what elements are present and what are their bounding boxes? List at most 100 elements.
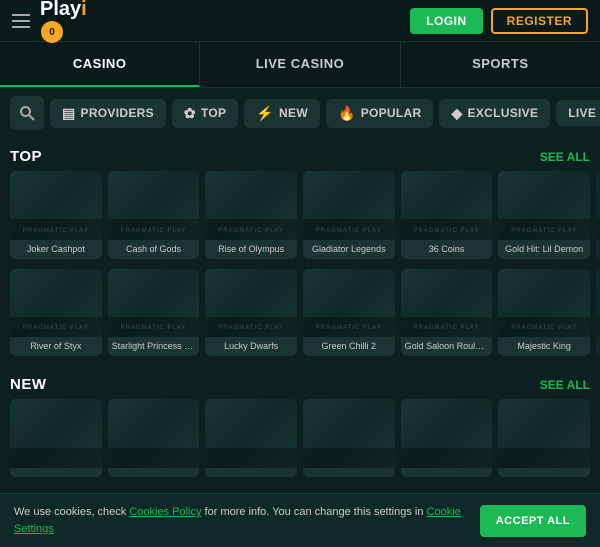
game-watermark: PRAGMATIC PLAY bbox=[10, 228, 102, 234]
cookie-text: We use cookies, check Cookies Policy for… bbox=[14, 504, 466, 537]
new-icon: ⚡ bbox=[256, 105, 274, 122]
exclusive-icon: ◆ bbox=[451, 105, 462, 122]
game-name: Gladiator Legends bbox=[303, 240, 395, 259]
game-thumbnail: PRAGMATIC PLAY bbox=[10, 171, 102, 240]
game-card[interactable]: PRAGMATIC PLAY River of Styx bbox=[10, 269, 102, 357]
game-card[interactable]: PRAGMATIC PLAY Green Chilli 2 bbox=[303, 269, 395, 357]
game-thumbnail: PRAGMATIC PLAY bbox=[498, 269, 590, 338]
game-watermark: PRAGMATIC PLAY bbox=[498, 228, 590, 234]
game-name: Gold Saloon Roulette bbox=[401, 337, 493, 356]
game-thumbnail: PRAGMATIC PLAY bbox=[108, 171, 200, 240]
logo-play: Play bbox=[40, 0, 81, 20]
game-card[interactable] bbox=[205, 399, 297, 477]
game-card[interactable] bbox=[108, 399, 200, 477]
game-card[interactable]: PRAGMATIC PLAY Lucky Dwarfs bbox=[205, 269, 297, 357]
game-name: Joker Cashpot bbox=[10, 240, 102, 259]
nav-tabs: CASINO LIVE CASINO SPORTS bbox=[0, 42, 600, 88]
game-thumbnail: PRAGMATIC PLAY bbox=[205, 269, 297, 338]
game-card[interactable]: PRAGMATIC PLAY Gladiator Legends bbox=[303, 171, 395, 259]
cookies-policy-link[interactable]: Cookies Policy bbox=[129, 506, 201, 518]
game-name bbox=[108, 468, 200, 477]
game-name bbox=[498, 468, 590, 477]
logo-coin: 0 bbox=[41, 21, 63, 43]
new-section-header: NEW SEE ALL bbox=[0, 366, 600, 399]
cookie-text-middle: for more info. You can change this setti… bbox=[202, 506, 427, 518]
filter-popular[interactable]: 🔥 POPULAR bbox=[326, 99, 434, 128]
game-name: A... bbox=[596, 337, 600, 356]
tab-casino[interactable]: CASINO bbox=[0, 42, 200, 87]
filter-bar: ▤ PROVIDERS ✿ TOP ⚡ NEW 🔥 POPULAR ◆ EXCL… bbox=[0, 88, 600, 138]
search-button[interactable] bbox=[10, 96, 44, 130]
game-card[interactable]: PRAGMATIC PLAY Rise of Olympus bbox=[205, 171, 297, 259]
game-watermark: PRAGMATIC PLAY bbox=[10, 325, 102, 331]
cookie-banner: We use cookies, check Cookies Policy for… bbox=[0, 493, 600, 547]
top-icon: ✿ bbox=[184, 105, 196, 122]
game-card[interactable]: PRAGMATIC PLAY Gold Hit: Lil Demon bbox=[498, 171, 590, 259]
new-see-all[interactable]: SEE ALL bbox=[540, 378, 590, 392]
game-card[interactable]: A... bbox=[596, 269, 600, 357]
filter-exclusive[interactable]: ◆ EXCLUSIVE bbox=[439, 99, 550, 128]
game-thumbnail bbox=[401, 399, 493, 468]
login-button[interactable]: LOGIN bbox=[410, 8, 483, 34]
search-icon bbox=[19, 105, 35, 121]
game-name: River of Styx bbox=[10, 337, 102, 356]
game-name: 36 Coins bbox=[401, 240, 493, 259]
game-watermark: PRAGMATIC PLAY bbox=[401, 228, 493, 234]
game-card[interactable]: PRAGMATIC PLAY 36 Coins bbox=[401, 171, 493, 259]
game-card[interactable]: PRAGMATIC PLAY Cash of Gods bbox=[108, 171, 200, 259]
tab-sports[interactable]: SPORTS bbox=[401, 42, 600, 87]
game-thumbnail bbox=[498, 399, 590, 468]
game-card[interactable] bbox=[10, 399, 102, 477]
register-button[interactable]: REGISTER bbox=[491, 8, 588, 34]
game-card[interactable] bbox=[303, 399, 395, 477]
game-watermark: PRAGMATIC PLAY bbox=[401, 325, 493, 331]
game-thumbnail: PRAGMATIC PLAY bbox=[401, 269, 493, 338]
game-watermark: PRAGMATIC PLAY bbox=[303, 325, 395, 331]
game-card[interactable]: D... bbox=[596, 171, 600, 259]
popular-label: POPULAR bbox=[361, 106, 422, 120]
header-left: Playi0 bbox=[12, 0, 87, 43]
game-thumbnail: PRAGMATIC PLAY bbox=[108, 269, 200, 338]
game-watermark: PRAGMATIC PLAY bbox=[205, 228, 297, 234]
header-right: LOGIN REGISTER bbox=[410, 8, 588, 34]
providers-icon: ▤ bbox=[62, 105, 76, 122]
top-title: TOP bbox=[10, 148, 42, 165]
game-card[interactable] bbox=[401, 399, 493, 477]
filter-live-games[interactable]: LIVE GAMES bbox=[556, 100, 600, 126]
game-watermark: PRAGMATIC PLAY bbox=[108, 325, 200, 331]
tab-live-casino[interactable]: LIVE CASINO bbox=[200, 42, 400, 87]
hamburger-icon[interactable] bbox=[12, 14, 30, 28]
top-label: TOP bbox=[201, 106, 226, 120]
filter-top[interactable]: ✿ TOP bbox=[172, 99, 238, 128]
game-thumbnail bbox=[596, 171, 600, 240]
new-title: NEW bbox=[10, 376, 47, 393]
filter-providers[interactable]: ▤ PROVIDERS bbox=[50, 99, 166, 128]
game-name: Cash of Gods bbox=[108, 240, 200, 259]
game-card[interactable] bbox=[498, 399, 590, 477]
game-name bbox=[10, 468, 102, 477]
filter-new[interactable]: ⚡ NEW bbox=[244, 99, 320, 128]
game-card[interactable]: PRAGMATIC PLAY Majestic King bbox=[498, 269, 590, 357]
game-thumbnail bbox=[205, 399, 297, 468]
game-name: Starlight Princess 1000 bbox=[108, 337, 200, 356]
game-name bbox=[303, 468, 395, 477]
top-see-all[interactable]: SEE ALL bbox=[540, 150, 590, 164]
cookie-text-before: We use cookies, check bbox=[14, 506, 129, 518]
game-thumbnail bbox=[10, 399, 102, 468]
game-card[interactable]: PRAGMATIC PLAY Joker Cashpot bbox=[10, 171, 102, 259]
game-name: Lucky Dwarfs bbox=[205, 337, 297, 356]
top-games-row2: PRAGMATIC PLAY River of Styx PRAGMATIC P… bbox=[0, 269, 600, 367]
game-name: D... bbox=[596, 240, 600, 259]
live-games-label: LIVE GAMES bbox=[568, 106, 600, 120]
game-thumbnail: PRAGMATIC PLAY bbox=[10, 269, 102, 338]
game-card[interactable]: PRAGMATIC PLAY Starlight Princess 1000 bbox=[108, 269, 200, 357]
game-card[interactable]: PRAGMATIC PLAY Gold Saloon Roulette bbox=[401, 269, 493, 357]
game-name: Gold Hit: Lil Demon bbox=[498, 240, 590, 259]
game-name: Rise of Olympus bbox=[205, 240, 297, 259]
game-thumbnail: PRAGMATIC PLAY bbox=[401, 171, 493, 240]
game-name bbox=[401, 468, 493, 477]
logo: Playi0 bbox=[40, 0, 87, 43]
providers-label: PROVIDERS bbox=[81, 106, 154, 120]
game-thumbnail bbox=[303, 399, 395, 468]
accept-all-button[interactable]: ACCEPT ALL bbox=[480, 505, 586, 537]
